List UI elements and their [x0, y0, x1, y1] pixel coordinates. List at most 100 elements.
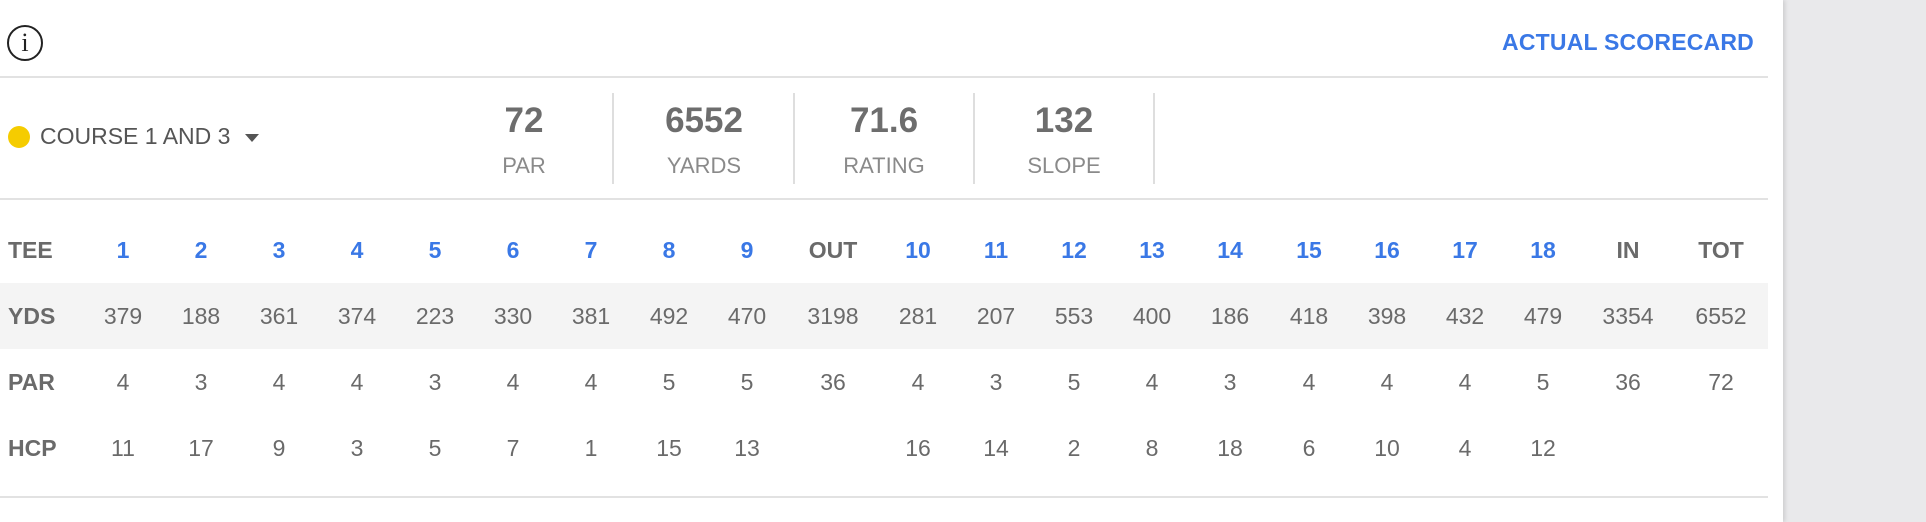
table-cell: 6552: [1695, 303, 1747, 329]
table-cell: 14: [983, 435, 1009, 461]
table-cell: 3: [194, 369, 208, 395]
table-cell: 6: [1302, 435, 1316, 461]
column-header: 11: [983, 237, 1009, 263]
scorecard-row-hcp: HCP 11 17 9 3 5 7 1 15 13 16 14 2 8 18 6 10 4 12: [0, 415, 1768, 481]
info-icon[interactable]: i: [7, 25, 43, 61]
table-cell: 11: [111, 435, 135, 461]
table-cell: 381: [571, 303, 611, 329]
course-selector[interactable]: COURSE 1 AND 3: [8, 123, 260, 150]
table-cell: 5: [1067, 369, 1081, 395]
scorecard-row-tee: TEE 1 2 3 4 5 6 7 8 9 OUT 10 11 12 13 14 15 16 17 18 IN TOT: [0, 217, 1768, 283]
table-cell: 3: [428, 369, 442, 395]
row-header: PAR: [8, 369, 55, 395]
column-header: 16: [1374, 237, 1400, 263]
table-cell: 432: [1445, 303, 1485, 329]
table-cell: 4: [506, 369, 520, 395]
table-cell: 36: [820, 369, 846, 395]
table-cell: 479: [1523, 303, 1563, 329]
table-cell: [1681, 415, 1761, 481]
table-cell: 4: [584, 369, 598, 395]
table-cell: 470: [727, 303, 767, 329]
table-cell: 8: [1145, 435, 1159, 461]
scorecard-row-par: PAR 4 3 4 4 3 4 4 5 5 36 4 3 5 4 3 4 4 4 5 36 72: [0, 349, 1768, 415]
row-header: YDS: [8, 303, 56, 329]
column-header: OUT: [808, 237, 858, 263]
row-header: HCP: [8, 435, 57, 461]
table-cell: 5: [428, 435, 442, 461]
table-cell: 186: [1210, 303, 1250, 329]
stat-label: YARDS: [666, 153, 742, 178]
column-header: 17: [1452, 237, 1478, 263]
column-header: 4: [350, 237, 364, 263]
stat-yards: 6552 YARDS: [614, 93, 794, 183]
column-header: 15: [1296, 237, 1322, 263]
table-cell: 17: [188, 435, 214, 461]
table-cell: 207: [976, 303, 1016, 329]
scorecard-header: i ACTUAL SCORECARD: [0, 0, 1768, 78]
column-header: 14: [1217, 237, 1243, 263]
stat-par: 72 PAR: [434, 93, 614, 183]
column-header: TOT: [1698, 237, 1744, 263]
column-header: 6: [506, 237, 520, 263]
table-cell: 3: [989, 369, 1003, 395]
table-cell: 492: [649, 303, 689, 329]
table-cell: 3198: [807, 303, 859, 329]
table-cell: 4: [911, 369, 925, 395]
column-header: 10: [905, 237, 931, 263]
table-cell: 374: [337, 303, 377, 329]
column-header: 18: [1530, 237, 1556, 263]
scorecard-card: i ACTUAL SCORECARD COURSE 1 AND 3 72 PAR…: [0, 0, 1783, 522]
stat-value: 6552: [665, 101, 743, 140]
table-cell: 281: [898, 303, 938, 329]
table-cell: 4: [1458, 435, 1472, 461]
column-header: 5: [428, 237, 442, 263]
table-cell: 4: [350, 369, 364, 395]
table-cell: 3354: [1602, 303, 1654, 329]
table-bottom-divider: [0, 496, 1768, 498]
row-header: TEE: [8, 237, 53, 263]
table-cell: 4: [1302, 369, 1316, 395]
table-cell: 3: [1223, 369, 1237, 395]
table-cell: 2: [1067, 435, 1081, 461]
column-header: 3: [272, 237, 286, 263]
table-cell: 5: [1536, 369, 1550, 395]
course-name: COURSE 1 AND 3: [40, 123, 231, 149]
table-cell: 330: [493, 303, 533, 329]
table-cell: 18: [1217, 435, 1243, 461]
table-cell: 16: [905, 435, 931, 461]
stat-label: PAR: [502, 153, 546, 178]
course-summary: COURSE 1 AND 3 72 PAR 6552 YARDS 71.6 RA…: [0, 78, 1768, 200]
table-cell: 188: [181, 303, 221, 329]
table-cell: 4: [272, 369, 286, 395]
stat-value: 132: [1034, 101, 1094, 140]
actual-scorecard-link[interactable]: ACTUAL SCORECARD: [1502, 29, 1754, 56]
table-cell: 4: [1145, 369, 1159, 395]
stat-value: 72: [504, 101, 544, 140]
table-cell: 4: [116, 369, 130, 395]
table-cell: 13: [734, 435, 760, 461]
table-cell: 36: [1615, 369, 1641, 395]
table-cell: 379: [103, 303, 143, 329]
stat-value: 71.6: [849, 101, 919, 140]
table-cell: [793, 415, 873, 481]
caret-down-icon: [245, 133, 260, 142]
table-cell: 72: [1708, 369, 1734, 395]
scorecard-table: TEE 1 2 3 4 5 6 7 8 9 OUT 10 11 12 13 14 15 16 17 18 IN TOT YD…: [0, 217, 1768, 481]
table-cell: 3: [350, 435, 364, 461]
table-cell: 223: [415, 303, 455, 329]
table-cell: 361: [259, 303, 299, 329]
table-cell: 15: [656, 435, 682, 461]
table-cell: 553: [1054, 303, 1094, 329]
stat-label: RATING: [843, 153, 925, 178]
column-header: 1: [116, 237, 130, 263]
stat-slope: 132 SLOPE: [974, 93, 1154, 183]
table-cell: 7: [506, 435, 520, 461]
table-cell: 9: [272, 435, 286, 461]
column-header: IN: [1616, 237, 1640, 263]
column-header: 2: [194, 237, 208, 263]
stat-rating: 71.6 RATING: [794, 93, 974, 183]
course-color-dot: [8, 125, 30, 148]
column-header: 12: [1061, 237, 1087, 263]
table-cell: 10: [1374, 435, 1400, 461]
table-cell: [1588, 415, 1668, 481]
